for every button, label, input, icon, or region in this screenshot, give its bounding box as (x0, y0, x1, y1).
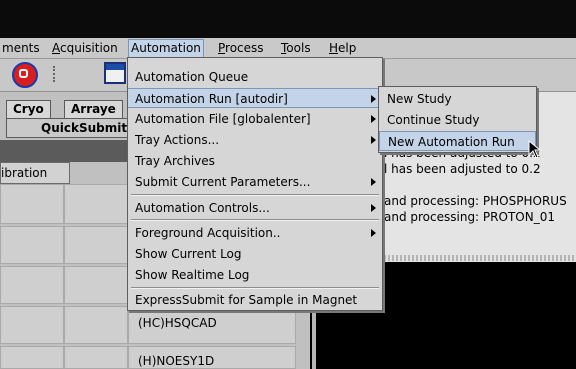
tab-arrayed[interactable]: Arraye (64, 100, 123, 118)
window-icon[interactable] (104, 62, 126, 84)
menu-item-automation-controls[interactable]: Automation Controls... (128, 198, 382, 218)
log-line: and processing: PHOSPHORUS (384, 194, 567, 208)
grid-cell[interactable] (0, 346, 64, 369)
tab-quicksubmit-label: QuickSubmit (41, 121, 128, 135)
log-line: l has been adjusted to 0.2 (384, 162, 541, 176)
experiment-label: (HC)HSQCAD (138, 316, 217, 330)
menu-automation[interactable]: Automation (128, 39, 204, 58)
menu-item-show-current-log[interactable]: Show Current Log (128, 244, 382, 264)
menu-item-foreground-acquisition[interactable]: Foreground Acquisition.. (128, 223, 382, 243)
submenu-item-new-automation-run[interactable]: New Automation Run (379, 131, 536, 151)
submenu-arrow-icon (371, 204, 376, 212)
menu-separator (131, 287, 379, 289)
menu-acquisition-mnemonic: A (52, 41, 60, 55)
menu-tools-label: ools (286, 41, 311, 55)
menu-item-expresssubmit[interactable]: ExpressSubmit for Sample in Magnet (128, 290, 382, 310)
menu-tools[interactable]: Tools (279, 40, 313, 56)
menu-item-label: Submit Current Parameters... (135, 175, 311, 189)
menu-item-label: Tray Actions... (135, 133, 220, 147)
grid-cell[interactable] (64, 226, 128, 264)
grid-cell[interactable] (0, 184, 64, 224)
menu-experiments[interactable]: ments (0, 40, 42, 56)
menu-help[interactable]: Help (327, 40, 358, 56)
menu-separator (131, 219, 379, 221)
menu-item-tray-actions[interactable]: Tray Actions... (128, 130, 382, 150)
submenu-item-new-study[interactable]: New Study (379, 89, 536, 109)
menubar: ments Acquisition Automation Process Too… (0, 38, 576, 59)
top-black-area (0, 0, 576, 38)
menu-item-label: Automation Run [autodir] (135, 92, 288, 106)
log-line: and processing: PROTON_01 (384, 210, 555, 224)
menu-item-tray-archives[interactable]: Tray Archives (128, 151, 382, 171)
automation-run-submenu: New Study Continue Study New Automation … (378, 86, 537, 153)
menu-item-show-realtime-log[interactable]: Show Realtime Log (128, 265, 382, 285)
grid-cell[interactable] (64, 266, 128, 304)
grid-cell[interactable] (64, 184, 128, 224)
menu-item-automation-queue[interactable]: Automation Queue (128, 67, 382, 87)
submenu-arrow-icon (371, 229, 376, 237)
toolbar-grip-icon[interactable] (53, 66, 57, 82)
grid-cell[interactable] (0, 306, 64, 344)
menu-process[interactable]: Process (216, 40, 266, 56)
menu-item-automation-file[interactable]: Automation File [globalenter] (128, 109, 382, 129)
menu-help-mnemonic: H (329, 41, 339, 55)
tab-calibration[interactable]: ibration (0, 162, 70, 184)
menu-item-automation-run[interactable]: Automation Run [autodir] (128, 88, 382, 108)
submenu-arrow-icon (371, 95, 376, 103)
mouse-pointer-icon (528, 140, 542, 159)
stop-icon[interactable] (12, 62, 38, 88)
menu-separator (131, 194, 379, 196)
menu-item-label: Automation Controls... (135, 201, 270, 215)
automation-menu: Automation Queue Automation Run [autodir… (127, 57, 383, 311)
experiment-label: (H)NOESY1D (138, 354, 215, 368)
submenu-arrow-icon (371, 115, 376, 123)
tab-cryo[interactable]: Cryo (6, 100, 51, 118)
menu-process-label: rocess (225, 41, 264, 55)
menu-item-label: Automation File [globalenter] (135, 112, 311, 126)
menu-acquisition[interactable]: Acquisition (50, 40, 120, 56)
submenu-item-continue-study[interactable]: Continue Study (379, 110, 536, 130)
grid-cell[interactable] (64, 346, 128, 369)
menu-process-mnemonic: P (218, 41, 226, 55)
submenu-arrow-icon (371, 136, 376, 144)
menu-help-label: elp (338, 41, 357, 55)
submenu-arrow-icon (371, 178, 376, 186)
grid-cell[interactable] (0, 266, 64, 304)
menu-item-submit-parameters[interactable]: Submit Current Parameters... (128, 172, 382, 192)
grid-cell[interactable] (64, 306, 128, 344)
menu-item-label: Foreground Acquisition.. (135, 226, 281, 240)
menu-acquisition-label: cquisition (60, 41, 118, 55)
grid-cell[interactable] (0, 226, 64, 264)
